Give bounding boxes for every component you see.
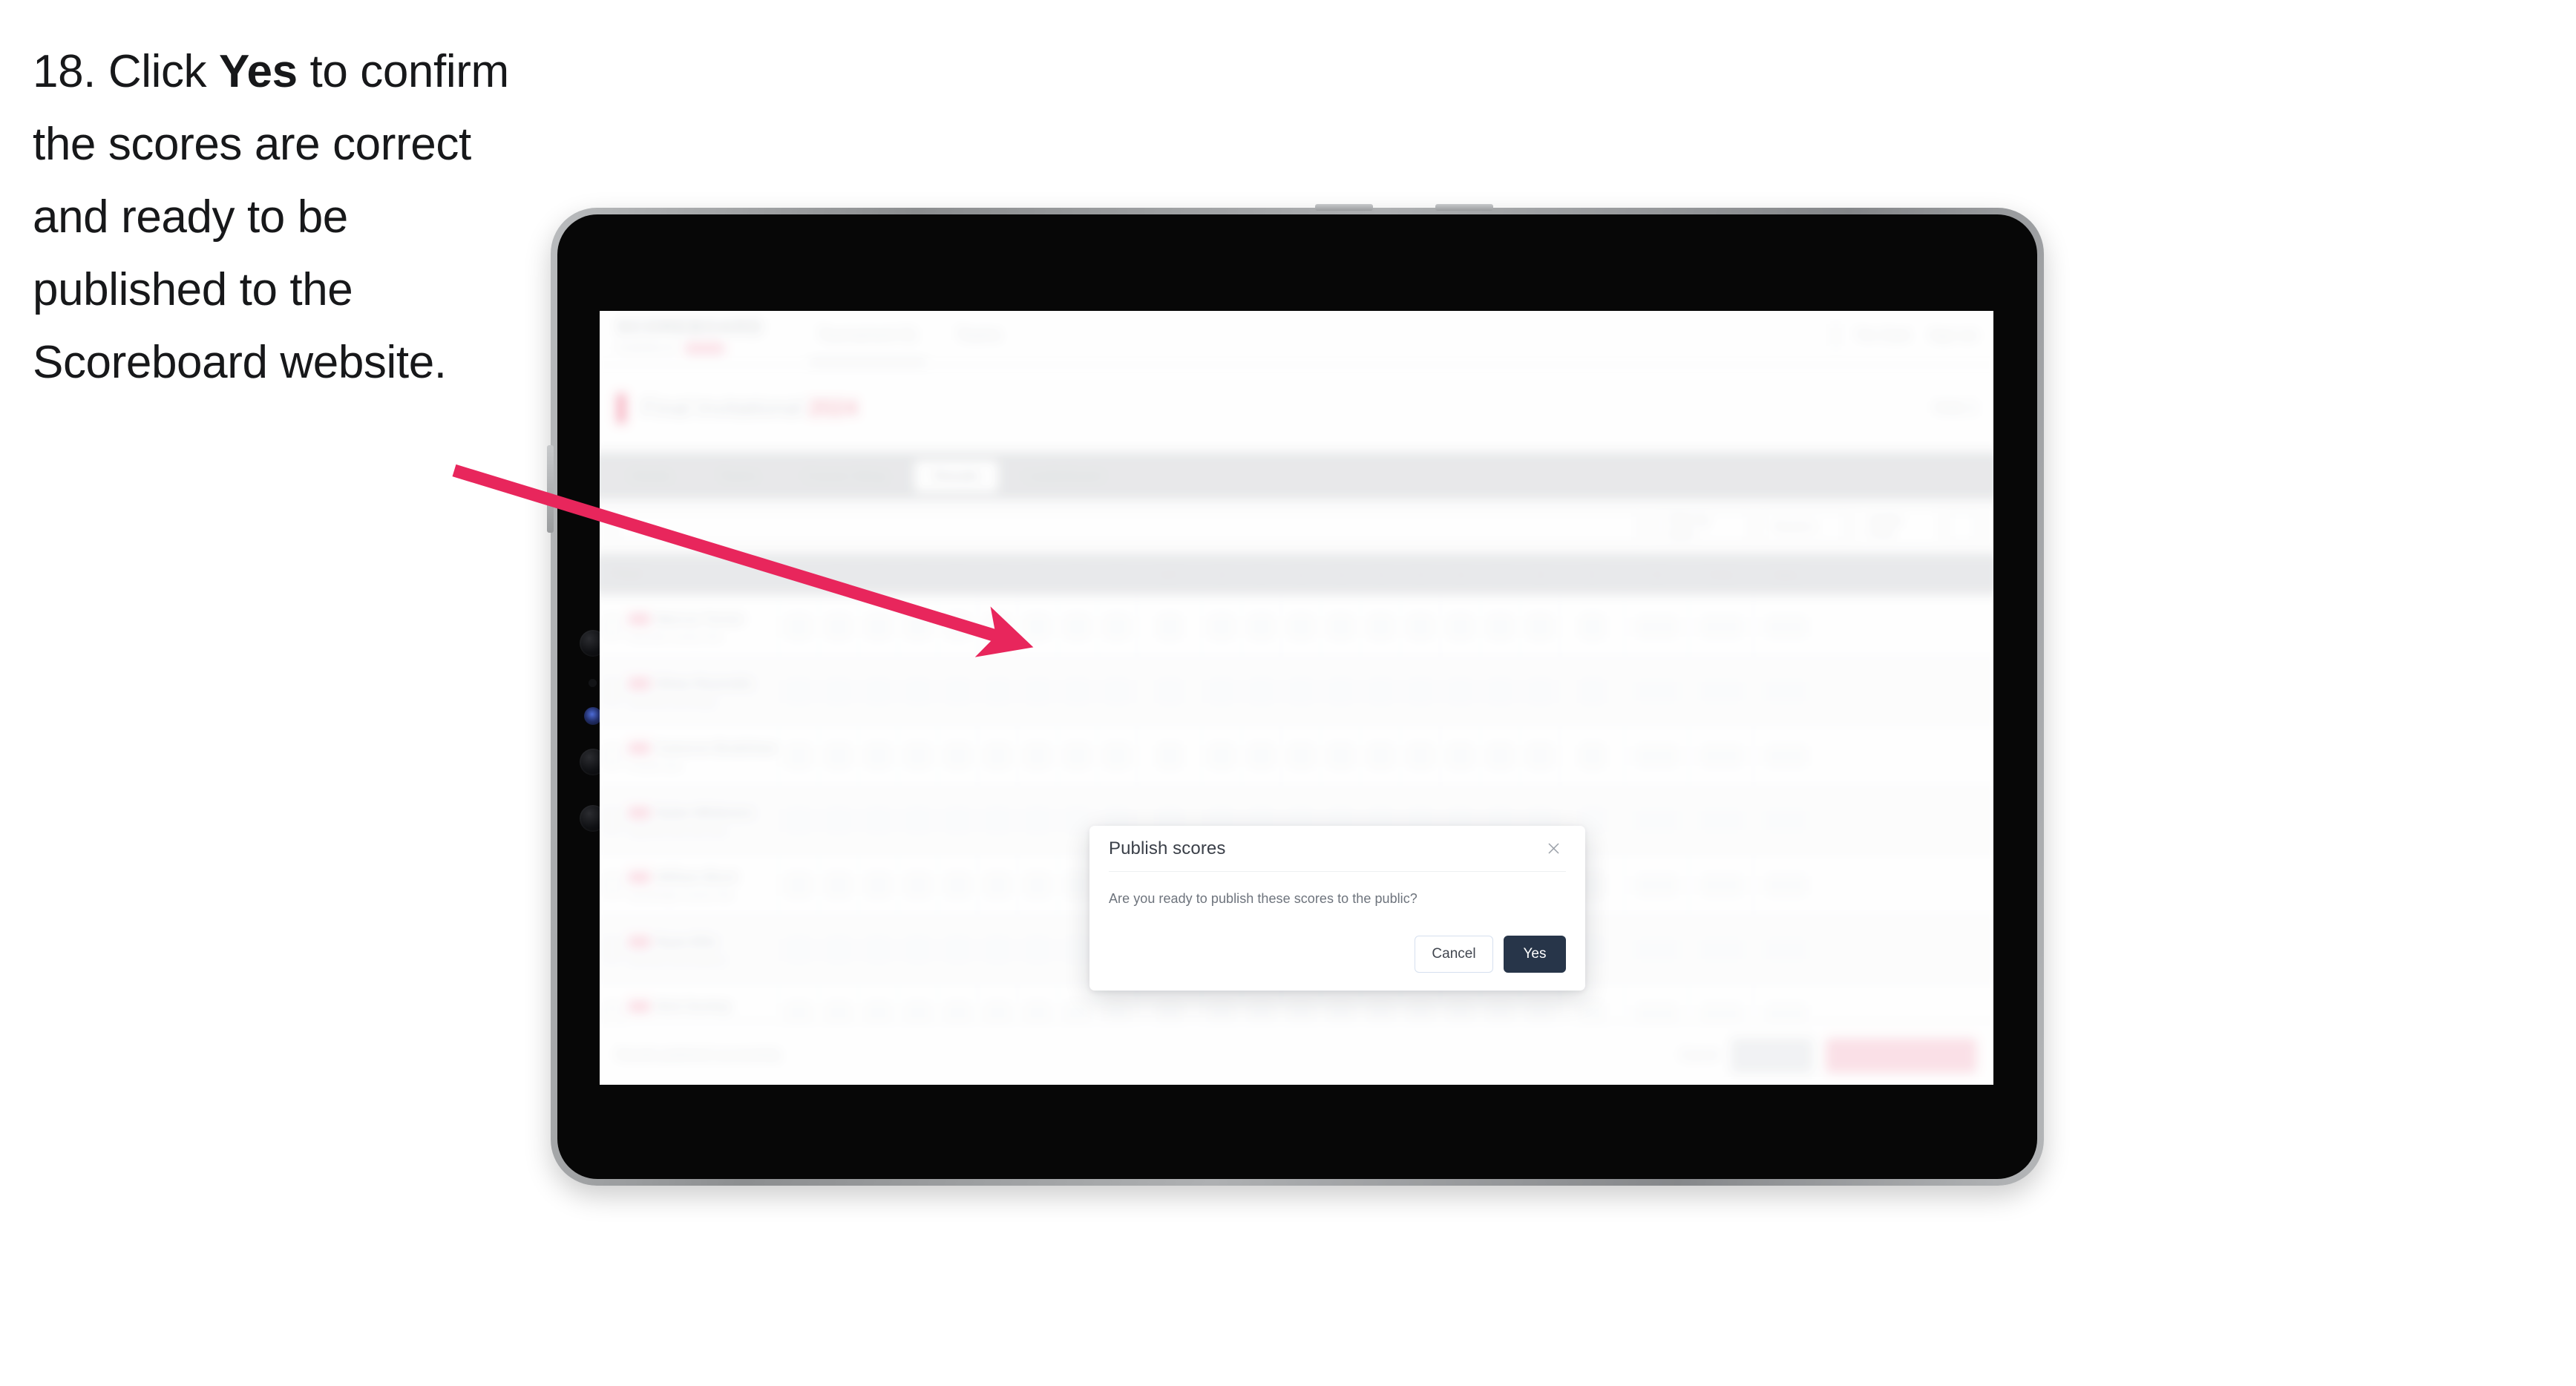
instruction-before: Click	[108, 46, 207, 97]
instruction-after: to confirm the scores are correct and re…	[33, 46, 509, 388]
instruction-emphasis: Yes	[218, 46, 298, 97]
instruction-text: 18. Click Yes to confirm the scores are …	[33, 36, 552, 399]
publish-scores-dialog: Publish scores Are you ready to publish …	[1089, 826, 1585, 991]
power-button[interactable]	[547, 445, 554, 533]
step-number: 18.	[33, 46, 96, 97]
slide-canvas: 18. Click Yes to confirm the scores are …	[0, 0, 2576, 1386]
close-icon[interactable]	[1541, 836, 1566, 861]
dialog-actions: Cancel Yes	[1415, 936, 1566, 973]
yes-button[interactable]: Yes	[1504, 936, 1566, 973]
dialog-title: Publish scores	[1109, 838, 1226, 858]
tablet-bezel: SCOREBOARD POWERED BY GOLF Tournament 01…	[557, 214, 2037, 1179]
cancel-button[interactable]: Cancel	[1415, 936, 1493, 973]
tablet-device-frame: SCOREBOARD POWERED BY GOLF Tournament 01…	[547, 204, 2044, 1186]
dialog-message: Are you ready to publish these scores to…	[1109, 891, 1418, 906]
tablet-screen: SCOREBOARD POWERED BY GOLF Tournament 01…	[600, 311, 1993, 1085]
sensor-dot-icon	[589, 679, 597, 687]
volume-up-button[interactable]	[1315, 204, 1373, 211]
dialog-header: Publish scores	[1109, 826, 1566, 872]
volume-down-button[interactable]	[1435, 204, 1493, 211]
